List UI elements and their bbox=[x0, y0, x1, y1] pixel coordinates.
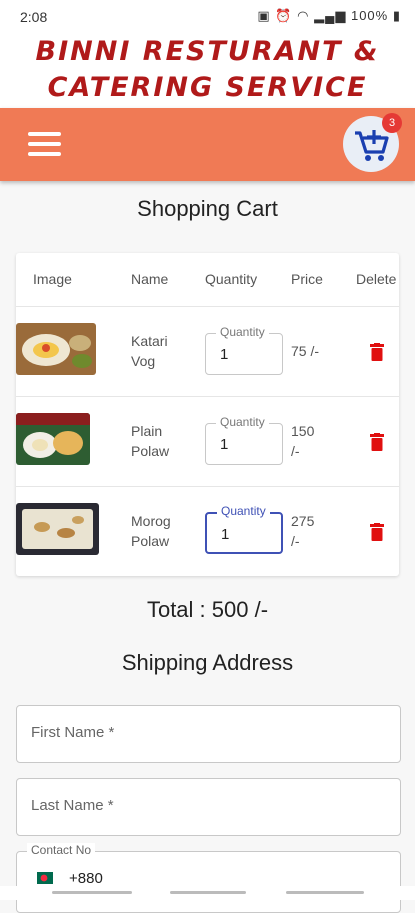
signal-icon: ▂▄▆ bbox=[314, 8, 347, 23]
quantity-label: Quantity bbox=[216, 415, 269, 429]
contact-field[interactable]: Contact No +880 bbox=[16, 843, 401, 913]
wifi-icon: ◠ bbox=[297, 8, 310, 23]
alarm-icon: ⏰ bbox=[275, 8, 293, 23]
item-price: 150 bbox=[291, 423, 315, 439]
status-icons: ▣ ⏰ ◠ ▂▄▆ 100% ▮ bbox=[257, 8, 401, 24]
item-name-line: Vog bbox=[131, 353, 156, 369]
delete-icon[interactable] bbox=[370, 343, 384, 361]
first-name-placeholder: First Name * bbox=[31, 724, 115, 741]
first-name-field[interactable]: First Name * bbox=[16, 705, 401, 763]
bangladesh-flag-icon bbox=[37, 872, 53, 884]
header-quantity: Quantity bbox=[205, 271, 258, 287]
item-name-line: Katari bbox=[131, 333, 168, 349]
quantity-value: 1 bbox=[220, 436, 229, 453]
item-name-line: Plain bbox=[131, 423, 163, 439]
item-name-line: Polaw bbox=[131, 443, 170, 459]
header-price: Price bbox=[291, 271, 323, 287]
cart-count-badge: 3 bbox=[382, 113, 402, 133]
quantity-field[interactable]: Quantity 1 bbox=[205, 415, 283, 465]
contact-label: Contact No bbox=[27, 843, 96, 857]
quantity-label: Quantity bbox=[217, 504, 270, 518]
last-name-field[interactable]: Last Name * bbox=[16, 778, 401, 836]
delete-icon[interactable] bbox=[370, 433, 384, 451]
nav-handle bbox=[170, 891, 246, 894]
lock-icon: ▣ bbox=[257, 8, 271, 23]
food-image-katari-vog bbox=[16, 323, 96, 375]
divider bbox=[16, 396, 399, 397]
cart-table: Image Name Quantity Price Delete Katari … bbox=[16, 253, 399, 576]
item-name-line: Polaw bbox=[131, 533, 170, 549]
nav-handle bbox=[52, 891, 132, 894]
menu-icon[interactable] bbox=[28, 132, 61, 156]
battery-label: 100% bbox=[350, 8, 389, 23]
brand-line-2: CATERING SERVICE bbox=[47, 72, 368, 103]
page-title: Shopping Cart bbox=[137, 196, 278, 221]
food-image-plain-polaw bbox=[16, 413, 90, 465]
quantity-field[interactable]: Quantity 1 bbox=[205, 504, 283, 554]
food-image-morog-polaw bbox=[16, 503, 99, 555]
delete-icon[interactable] bbox=[370, 523, 384, 541]
header-delete: Delete bbox=[356, 271, 397, 287]
quantity-label: Quantity bbox=[216, 325, 269, 339]
battery-icon: ▮ bbox=[392, 8, 401, 23]
quantity-value: 1 bbox=[221, 526, 230, 543]
item-price: 275 bbox=[291, 513, 315, 529]
status-bar: 2:08 ▣ ⏰ ◠ ▂▄▆ 100% ▮ bbox=[0, 0, 415, 34]
item-price-unit: /- bbox=[291, 443, 300, 459]
item-price-unit: /- bbox=[291, 533, 300, 549]
brand-header: BINNI RESTURANT & CATERING SERVICE bbox=[0, 34, 415, 108]
cart-total: Total : 500 /- bbox=[146, 597, 269, 622]
shipping-title: Shipping Address bbox=[121, 650, 294, 675]
last-name-placeholder: Last Name * bbox=[31, 797, 114, 814]
brand-line-1: BINNI RESTURANT & bbox=[35, 36, 380, 67]
gesture-nav-bar bbox=[0, 886, 415, 900]
status-time: 2:08 bbox=[20, 9, 48, 25]
item-name-line: Morog bbox=[131, 513, 171, 529]
divider bbox=[16, 306, 399, 307]
header-name: Name bbox=[131, 271, 169, 287]
quantity-field[interactable]: Quantity 1 bbox=[205, 325, 283, 375]
nav-handle bbox=[286, 891, 364, 894]
item-price: 75 /- bbox=[291, 343, 320, 359]
divider bbox=[16, 486, 399, 487]
header-image: Image bbox=[33, 271, 72, 287]
contact-prefix: +880 bbox=[69, 870, 103, 887]
quantity-value: 1 bbox=[220, 346, 229, 363]
